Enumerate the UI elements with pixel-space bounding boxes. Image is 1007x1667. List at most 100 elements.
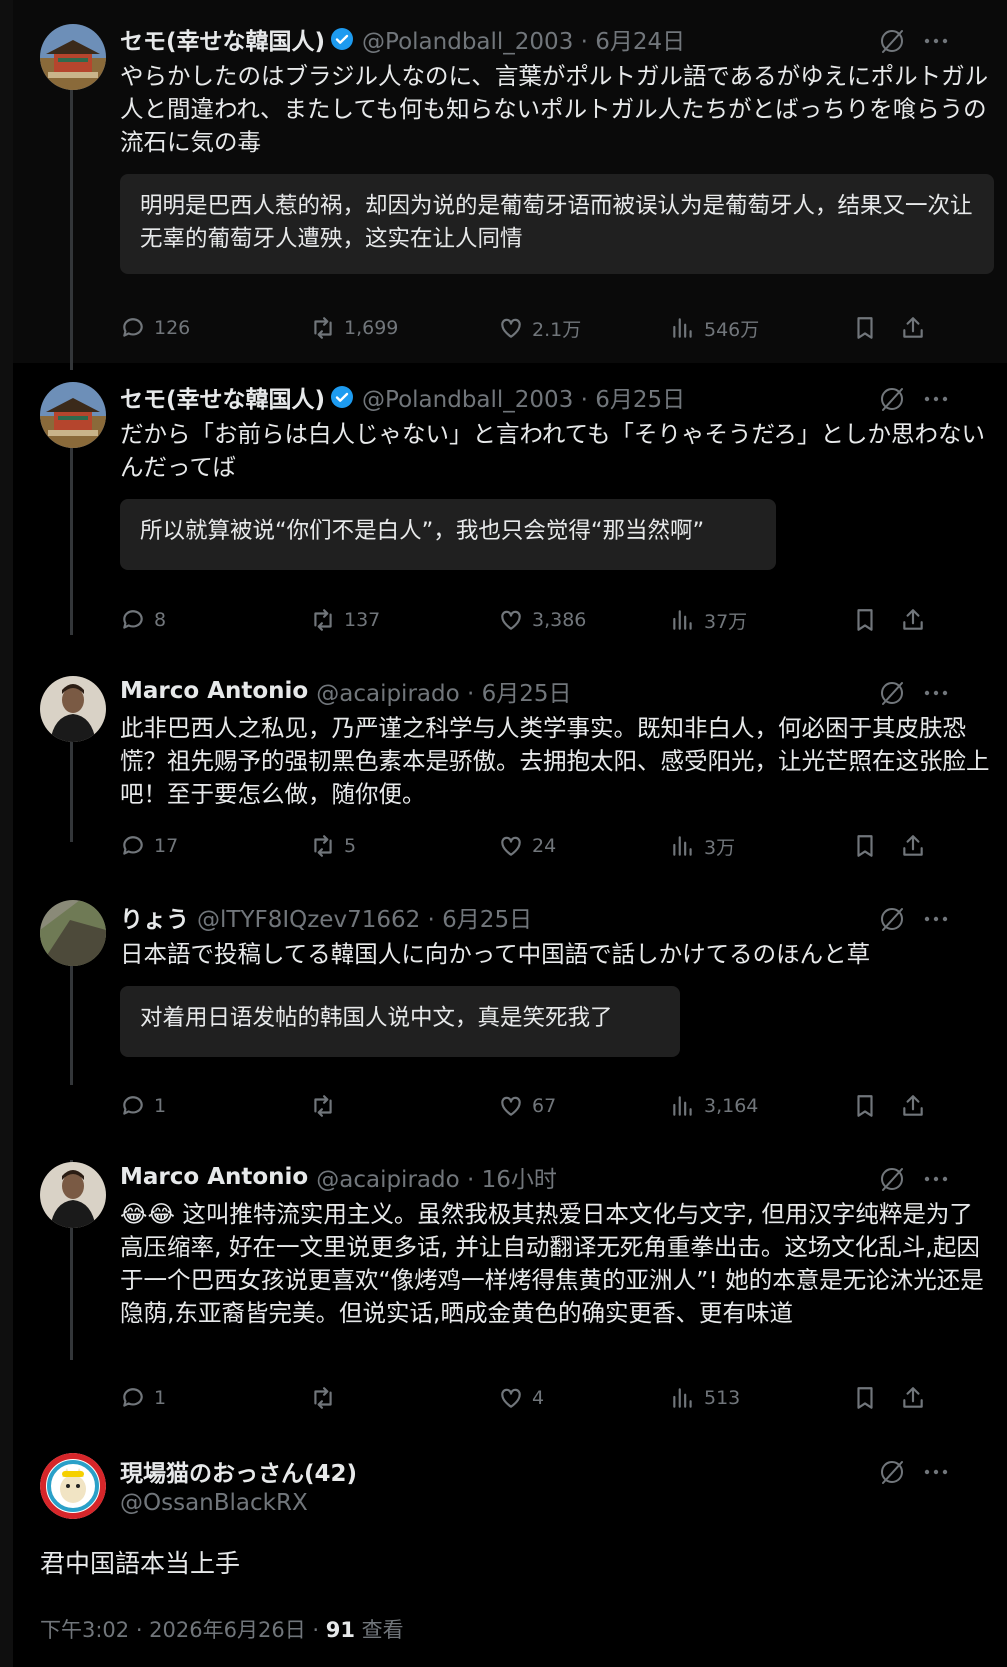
thread-page: セモ(幸せな韓国人) @Polandball_2003 · 6月24日 やらかし… [0, 0, 1007, 1667]
tweet-text: 😂😂 这叫推特流实用主义。虽然我极其热爱日本文化与文字, 但用汉字纯粹是为了高压… [120, 1200, 984, 1327]
share-button[interactable] [900, 312, 926, 344]
share-button[interactable] [900, 830, 926, 862]
reply-count: 126 [154, 317, 191, 339]
author-name[interactable]: セモ(幸せな韓国人) [120, 380, 325, 414]
reply-button[interactable]: 126 [120, 312, 190, 344]
author-handle-date[interactable]: @lTYF8IQzev71662 · 6月25日 [197, 900, 532, 934]
like-icon [501, 318, 521, 338]
author-name[interactable]: 現場猫のおっさん(42) [120, 1454, 357, 1488]
views-count: 513 [704, 1387, 741, 1409]
author-handle-date[interactable]: @Polandball_2003 · 6月25日 [362, 380, 685, 414]
reply-button[interactable]: 1 [120, 1382, 166, 1414]
retweet-button[interactable] [310, 1090, 344, 1122]
author-name[interactable]: りょう [120, 900, 189, 934]
share-icon [903, 317, 923, 338]
avatar[interactable] [40, 24, 106, 90]
bookmark-button[interactable] [852, 1090, 878, 1122]
verified-badge-icon [331, 28, 354, 50]
grok-icon[interactable] [877, 678, 907, 708]
author-handle-date[interactable]: @Polandball_2003 · 6月24日 [362, 22, 685, 56]
retweet-icon [314, 1387, 332, 1409]
left-edge [0, 0, 13, 1667]
views-icon [673, 1096, 692, 1116]
more-icon[interactable] [921, 26, 951, 56]
share-button[interactable] [900, 1090, 926, 1122]
retweet-button[interactable]: 5 [310, 830, 356, 862]
main-views-count: 91 [325, 1618, 355, 1642]
author-name[interactable]: Marco Antonio [120, 678, 308, 704]
more-icon[interactable] [921, 1457, 951, 1487]
author-handle-date[interactable]: @acaipirado · 16小时 [316, 1160, 557, 1194]
views-icon [673, 836, 692, 856]
action-bar: 17 5 24 3万 [120, 830, 990, 862]
author-name[interactable]: セモ(幸せな韓国人) [120, 22, 325, 56]
bookmark-button[interactable] [852, 312, 878, 344]
retweet-button[interactable]: 137 [310, 604, 380, 636]
views-count: 37万 [704, 610, 748, 633]
tweet-text: 此非巴西人之私见，乃严谨之科学与人类学事实。既知非白人，何必困于其皮肤恐慌？祖先… [120, 714, 990, 808]
tweet[interactable]: Marco Antonio @acaipirado · 6月25日 此非巴西人之… [13, 674, 1007, 874]
grok-icon[interactable] [877, 1164, 907, 1194]
like-count: 4 [532, 1387, 545, 1409]
bookmark-icon [857, 317, 873, 339]
bookmark-button[interactable] [852, 830, 878, 862]
action-bar: 1 4 513 [120, 1382, 990, 1414]
retweet-count: 5 [344, 835, 357, 857]
more-icon[interactable] [921, 904, 951, 934]
avatar[interactable] [40, 1453, 106, 1519]
retweet-button[interactable]: 1,699 [310, 312, 398, 344]
more-icon[interactable] [921, 678, 951, 708]
avatar[interactable] [40, 900, 106, 966]
more-icon[interactable] [921, 384, 951, 414]
retweet-icon [314, 835, 332, 857]
views-button[interactable]: 3,164 [670, 1090, 758, 1122]
retweet-icon [314, 1095, 332, 1117]
reply-icon [123, 318, 143, 337]
tweet[interactable]: セモ(幸せな韓国人) @Polandball_2003 · 6月25日 だから「… [13, 380, 1007, 633]
more-icon[interactable] [921, 1164, 951, 1194]
main-tweet[interactable]: 現場猫のおっさん(42) @OssanBlackRX 君中国語本当上手 下午3:… [13, 1452, 1007, 1652]
share-button[interactable] [900, 1382, 926, 1414]
translation-box: 明明是巴西人惹的祸，却因为说的是葡萄牙语而被误认为是葡萄牙人，结果又一次让无辜的… [120, 174, 994, 274]
grok-icon[interactable] [877, 384, 907, 414]
tweet[interactable]: りょう @lTYF8IQzev71662 · 6月25日 日本語で投稿してる韓国… [13, 900, 1007, 1130]
author-name[interactable]: Marco Antonio [120, 1164, 308, 1190]
author-handle[interactable]: @OssanBlackRX [120, 1490, 308, 1516]
like-button[interactable]: 4 [498, 1382, 544, 1414]
grok-icon[interactable] [877, 904, 907, 934]
views-button[interactable]: 3万 [670, 830, 735, 862]
grok-icon[interactable] [877, 26, 907, 56]
like-button[interactable]: 24 [498, 830, 556, 862]
views-button[interactable]: 546万 [670, 312, 759, 344]
timestamp-text: 下午3:02 · 2026年6月26日 · [40, 1618, 326, 1642]
grok-icon[interactable] [877, 1457, 907, 1487]
share-icon [903, 835, 923, 856]
reply-button[interactable]: 8 [120, 604, 166, 636]
retweet-count: 137 [344, 609, 381, 631]
like-button[interactable]: 2.1万 [498, 312, 581, 344]
tweet-text: だから「お前らは白人じゃない」と言われても「そりゃそうだろ」としか思わないんだっ… [120, 420, 986, 481]
like-count: 2.1万 [532, 318, 582, 341]
retweet-count: 1,699 [344, 317, 399, 339]
avatar[interactable] [40, 1162, 106, 1228]
tweet-timestamp[interactable]: 下午3:02 · 2026年6月26日 · 91 查看 [40, 1614, 404, 1644]
tweet[interactable]: セモ(幸せな韓国人) @Polandball_2003 · 6月24日 やらかし… [13, 22, 1007, 342]
bookmark-button[interactable] [852, 1382, 878, 1414]
translation-box: 所以就算被说“你们不是白人”，我也只会觉得“那当然啊” [120, 499, 776, 570]
bookmark-button[interactable] [852, 604, 878, 636]
like-button[interactable]: 67 [498, 1090, 556, 1122]
reply-button[interactable]: 17 [120, 830, 178, 862]
reply-button[interactable]: 1 [120, 1090, 166, 1122]
share-button[interactable] [900, 604, 926, 636]
bookmark-icon [857, 835, 873, 857]
share-icon [903, 609, 923, 630]
views-button[interactable]: 37万 [670, 604, 747, 636]
retweet-button[interactable] [310, 1382, 344, 1414]
author-handle-date[interactable]: @acaipirado · 6月25日 [316, 674, 571, 708]
views-button[interactable]: 513 [670, 1382, 740, 1414]
tweet[interactable]: Marco Antonio @acaipirado · 16小时 😂😂 这叫推特… [13, 1160, 1007, 1410]
avatar[interactable] [40, 676, 106, 742]
like-button[interactable]: 3,386 [498, 604, 586, 636]
views-count: 3,164 [704, 1095, 759, 1117]
avatar[interactable] [40, 382, 106, 448]
